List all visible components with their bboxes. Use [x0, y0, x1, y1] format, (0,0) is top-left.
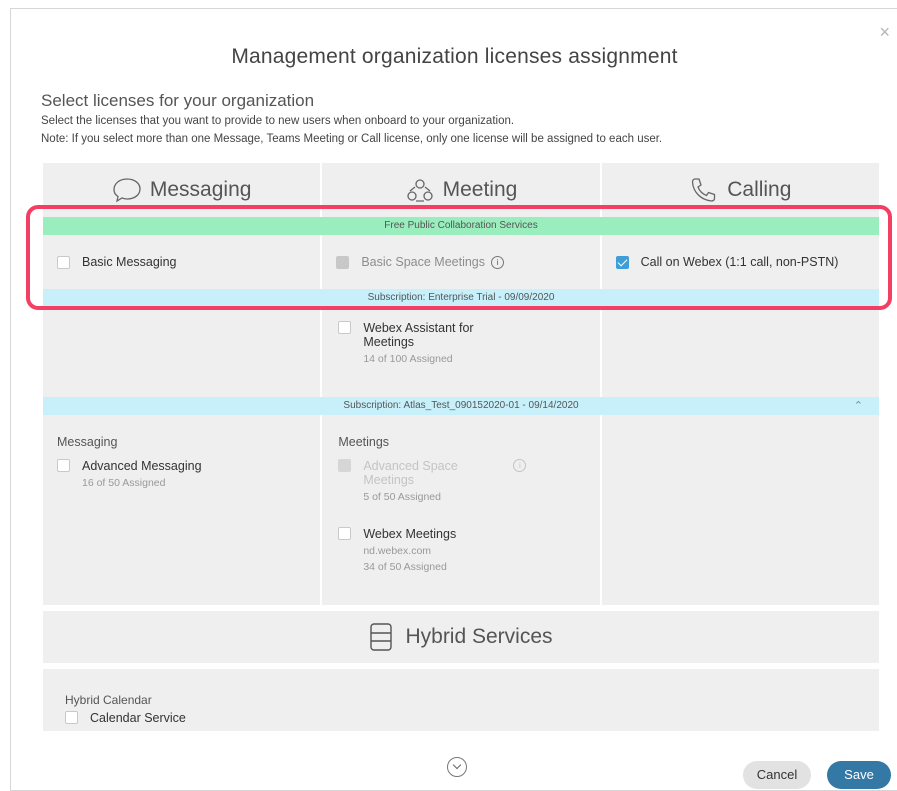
- section-subheading: Select licenses for your organization: [41, 91, 315, 110]
- hybrid-services-title: Hybrid Services: [405, 625, 553, 648]
- webex-assistant-option[interactable]: Webex Assistant for Meetings 14 of 100 A…: [338, 321, 518, 365]
- phone-icon: [692, 178, 716, 202]
- advanced-messaging-assigned: 16 of 50 Assigned: [82, 477, 166, 489]
- scroll-down-chevron-icon[interactable]: [447, 757, 467, 777]
- subscription-2-row: Messaging Advanced Messaging 16 of 50 As…: [43, 415, 879, 605]
- subscription-2-meeting-cell: Meetings Advanced Space Meetings i 5 of …: [320, 415, 600, 605]
- calendar-service-option[interactable]: Calendar Service: [65, 711, 186, 725]
- call-on-webex-option[interactable]: Call on Webex (1:1 call, non-PSTN): [599, 235, 879, 289]
- column-header-messaging-label: Messaging: [149, 178, 252, 201]
- license-grid: Messaging Meeting Calling Free Public Co…: [43, 163, 879, 731]
- subscription-2-band: Subscription: Atlas_Test_090152020-01 - …: [43, 397, 879, 415]
- free-services-band: Free Public Collaboration Services: [43, 217, 879, 235]
- save-button[interactable]: Save: [827, 761, 891, 789]
- basic-space-meetings-label: Basic Space Meetings: [361, 255, 486, 269]
- basic-space-meetings-checkbox: [336, 255, 350, 269]
- advanced-messaging-label: Advanced Messaging: [82, 459, 202, 473]
- column-header-messaging: Messaging: [43, 163, 321, 217]
- webex-meetings-site: nd.webex.com: [363, 545, 432, 557]
- hybrid-services-body: Hybrid Calendar Calendar Service: [43, 669, 879, 731]
- subscription-1-meeting-cell: Webex Assistant for Meetings 14 of 100 A…: [320, 307, 600, 397]
- close-icon[interactable]: ×: [879, 23, 890, 41]
- basic-messaging-label: Basic Messaging: [82, 255, 177, 269]
- column-header-calling: Calling: [599, 163, 879, 217]
- cancel-button[interactable]: Cancel: [743, 761, 811, 789]
- chat-bubble-icon: [113, 178, 141, 203]
- calendar-service-label: Calendar Service: [90, 711, 186, 725]
- webex-assistant-label: Webex Assistant for Meetings: [363, 321, 474, 349]
- basic-space-meetings-option: Basic Space Meetings i: [320, 235, 600, 289]
- calendar-service-checkbox[interactable]: [65, 711, 78, 724]
- chevron-up-icon[interactable]: ⌃: [854, 397, 863, 415]
- call-on-webex-checkbox[interactable]: [615, 255, 629, 269]
- advanced-space-meetings-checkbox: [338, 459, 352, 472]
- free-services-row: Basic Messaging Basic Space Meetings i C…: [43, 235, 879, 289]
- license-assignment-dialog: × Management organization licenses assig…: [10, 8, 897, 791]
- note-text: Note: If you select more than one Messag…: [41, 133, 663, 145]
- call-on-webex-label: Call on Webex (1:1 call, non-PSTN): [640, 255, 839, 269]
- hybrid-calendar-label: Hybrid Calendar: [65, 693, 152, 707]
- column-header-calling-label: Calling: [727, 178, 792, 201]
- description-text: Select the licenses that you want to pro…: [41, 115, 515, 127]
- webex-assistant-checkbox[interactable]: [338, 321, 352, 334]
- info-icon[interactable]: i: [513, 459, 527, 472]
- column-header-meeting: Meeting: [320, 163, 600, 217]
- advanced-messaging-checkbox[interactable]: [57, 459, 70, 472]
- column-header-row: Messaging Meeting Calling: [43, 163, 879, 217]
- column-header-meeting-label: Meeting: [442, 178, 518, 201]
- advanced-space-meetings-assigned: 5 of 50 Assigned: [363, 491, 441, 503]
- webex-meetings-option[interactable]: Webex Meetings nd.webex.com 34 of 50 Ass…: [338, 527, 456, 573]
- basic-messaging-checkbox[interactable]: [57, 255, 70, 269]
- subscription-2-band-label: Subscription: Atlas_Test_090152020-01 - …: [343, 400, 579, 411]
- webex-assistant-assigned: 14 of 100 Assigned: [363, 353, 453, 365]
- meeting-people-icon: [406, 179, 433, 202]
- webex-meetings-checkbox[interactable]: [338, 527, 352, 540]
- subscription-1-row: Webex Assistant for Meetings 14 of 100 A…: [43, 307, 879, 397]
- subscription-2-messaging-cell: Messaging Advanced Messaging 16 of 50 As…: [43, 415, 321, 605]
- meetings-section-label: Meetings: [338, 435, 390, 449]
- advanced-messaging-option[interactable]: Advanced Messaging 16 of 50 Assigned: [57, 459, 202, 489]
- subscription-1-messaging-cell: [43, 307, 321, 397]
- subscription-1-calling-cell: [599, 307, 879, 397]
- server-icon: [370, 623, 393, 651]
- basic-messaging-option[interactable]: Basic Messaging: [43, 235, 321, 289]
- info-icon[interactable]: i: [491, 255, 505, 269]
- advanced-space-meetings-option: Advanced Space Meetings i 5 of 50 Assign…: [338, 459, 558, 503]
- webex-meetings-label: Webex Meetings: [363, 527, 457, 541]
- subscription-1-band: Subscription: Enterprise Trial - 09/09/2…: [43, 289, 879, 307]
- messaging-section-label: Messaging: [57, 435, 118, 449]
- hybrid-services-header: Hybrid Services: [43, 611, 879, 663]
- advanced-space-meetings-label: Advanced Space Meetings: [363, 459, 458, 487]
- subscription-2-calling-cell: [599, 415, 879, 605]
- webex-meetings-assigned: 34 of 50 Assigned: [363, 561, 447, 573]
- dialog-title: Management organization licenses assignm…: [231, 45, 678, 68]
